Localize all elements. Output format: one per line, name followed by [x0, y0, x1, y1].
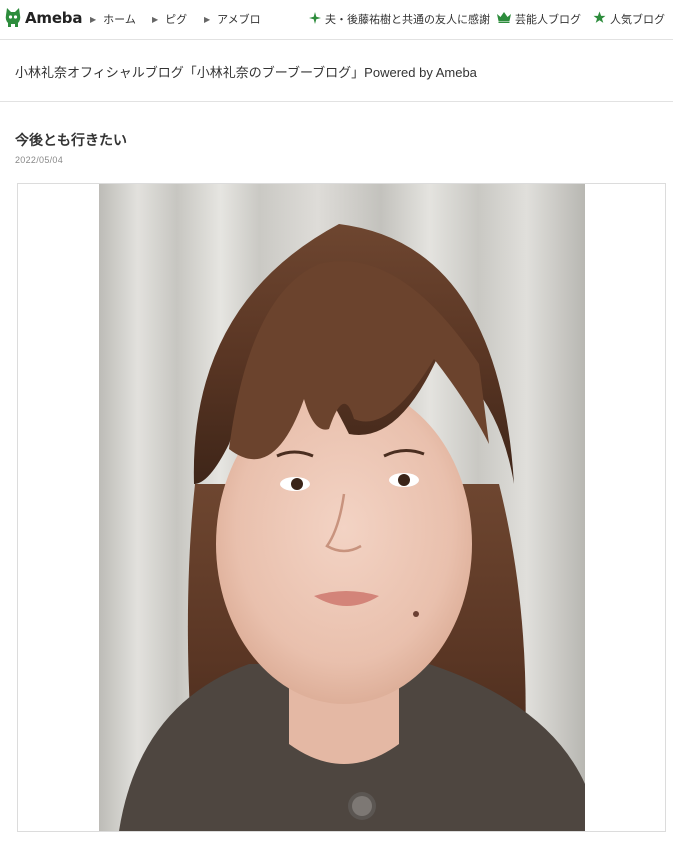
- chevron-right-icon: ▶: [90, 14, 97, 24]
- popular-blog-label: 人気ブログ: [610, 14, 665, 26]
- nav-home-label: ホーム: [103, 14, 136, 26]
- entry-photo[interactable]: [99, 184, 585, 831]
- sparkle-icon: [309, 11, 321, 27]
- trending-topic-link[interactable]: 夫・後藤祐樹と共通の友人に感謝: [309, 11, 490, 27]
- nav-home-link[interactable]: ▶ ホーム: [90, 11, 136, 27]
- star-icon: [593, 11, 606, 27]
- celebrity-blog-label: 芸能人ブログ: [515, 14, 581, 26]
- nav-ameblo-link[interactable]: ▶ アメブロ: [204, 11, 261, 27]
- selfie-photo-illustration: [99, 184, 585, 831]
- crown-icon: [497, 12, 511, 26]
- celebrity-blog-link[interactable]: 芸能人ブログ: [497, 11, 581, 27]
- blog-title-link[interactable]: 小林礼奈オフィシャルブログ「小林礼奈のブーブーブログ」Powered by Am…: [15, 62, 477, 81]
- logo-text: Ameba: [25, 9, 83, 27]
- entry-date: 2022/05/04: [15, 155, 64, 165]
- nav-pigg-label: ピグ: [165, 14, 188, 26]
- chevron-right-icon: ▶: [204, 14, 211, 24]
- nav-pigg-link[interactable]: ▶ ピグ: [152, 11, 187, 27]
- trending-topic-label: 夫・後藤祐樹と共通の友人に感謝: [325, 14, 490, 26]
- chevron-right-icon: ▶: [152, 14, 159, 24]
- entry-title-link[interactable]: 今後とも行きたい: [15, 130, 127, 150]
- ameba-logo[interactable]: Ameba: [4, 7, 82, 29]
- ameba-logo-icon: [4, 7, 22, 29]
- divider: [0, 101, 673, 102]
- popular-blog-link[interactable]: 人気ブログ: [593, 11, 665, 27]
- nav-ameblo-label: アメブロ: [217, 14, 261, 26]
- top-navigation-bar: Ameba ▶ ホーム ▶ ピグ ▶ アメブロ 夫・後藤祐樹と共通の友人に感謝 …: [0, 0, 673, 40]
